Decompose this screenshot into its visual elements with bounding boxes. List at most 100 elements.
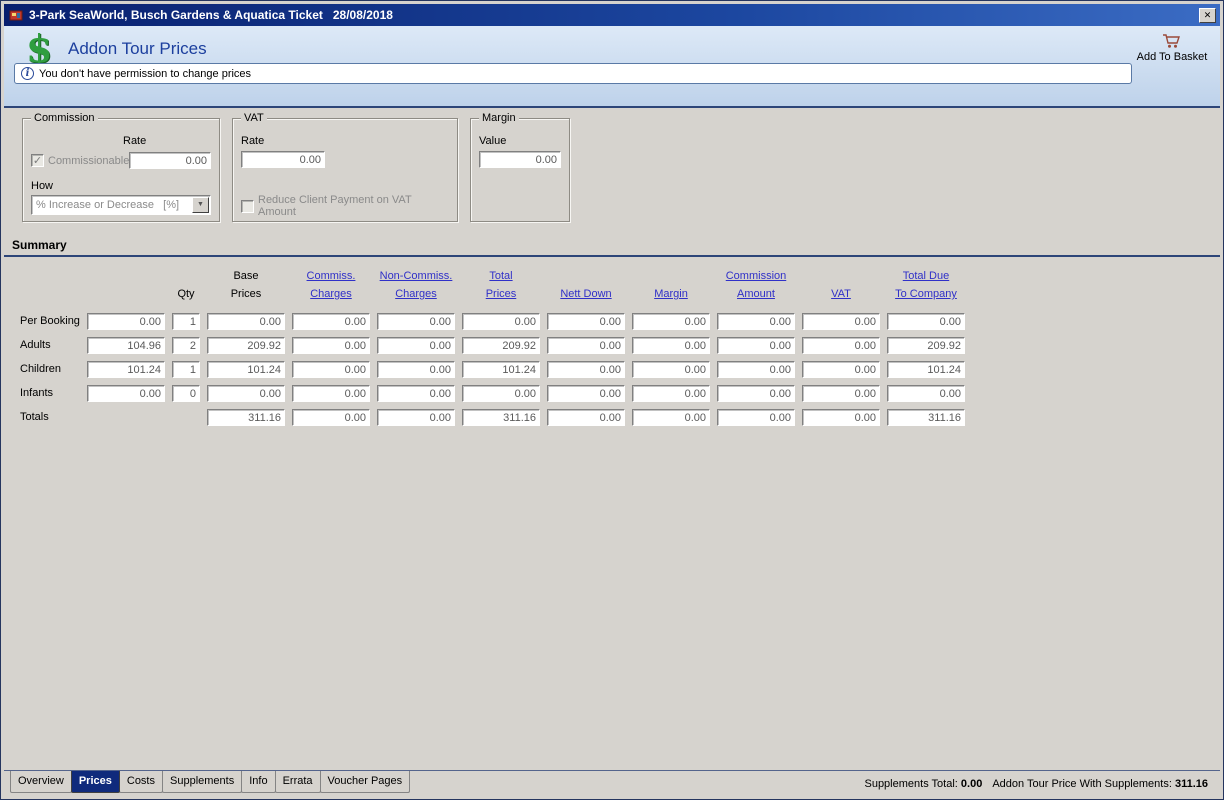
value-field[interactable]: 0.00 <box>462 312 540 330</box>
value-field[interactable]: 0.00 <box>462 384 540 402</box>
value-field[interactable]: 0.00 <box>717 360 795 378</box>
tab-voucher-pages[interactable]: Voucher Pages <box>319 771 411 793</box>
value-field[interactable]: 0.00 <box>547 384 625 402</box>
commission-rate-label: Rate <box>123 135 147 147</box>
tab-prices[interactable]: Prices <box>70 771 120 793</box>
commission-rate-field[interactable]: 0.00 <box>129 152 211 169</box>
value-field[interactable]: 0.00 <box>292 384 370 402</box>
tab-costs[interactable]: Costs <box>118 771 163 793</box>
how-label: How <box>31 180 54 192</box>
value-field[interactable]: 0.00 <box>717 336 795 354</box>
value-field[interactable]: 311.16 <box>887 408 965 426</box>
column-header-link[interactable]: Total Prices <box>462 267 540 303</box>
title-bar[interactable]: 3-Park SeaWorld, Busch Gardens & Aquatic… <box>4 4 1220 26</box>
value-field[interactable]: 0.00 <box>802 384 880 402</box>
value-field[interactable]: 0.00 <box>377 384 455 402</box>
value-field[interactable]: 2 <box>172 336 200 354</box>
tab-errata[interactable]: Errata <box>274 771 321 793</box>
value-field[interactable]: 0.00 <box>292 408 370 426</box>
value-field[interactable]: 0.00 <box>717 312 795 330</box>
value-field[interactable]: 1 <box>172 312 200 330</box>
value-field[interactable]: 0.00 <box>887 312 965 330</box>
value-field[interactable]: 0.00 <box>377 360 455 378</box>
tab-info[interactable]: Info <box>241 771 276 793</box>
page-title: Addon Tour Prices <box>68 39 207 58</box>
value-field[interactable]: 104.96 <box>87 336 165 354</box>
value-field[interactable]: 0.00 <box>632 408 710 426</box>
value-field[interactable]: 0.00 <box>632 312 710 330</box>
value-field[interactable]: 0.00 <box>547 312 625 330</box>
value-field[interactable]: 0.00 <box>717 408 795 426</box>
value-field[interactable]: 0.00 <box>547 408 625 426</box>
column-header-link[interactable]: Nett Down <box>547 267 625 303</box>
value-field[interactable]: 0.00 <box>207 384 285 402</box>
value-field[interactable]: 0 <box>172 384 200 402</box>
value-field[interactable]: 0.00 <box>377 312 455 330</box>
tab-bar: Overview Prices Costs Supplements Info Errata… <box>4 770 1220 796</box>
summary-section-title: Summary <box>12 238 67 252</box>
value-field[interactable]: 0.00 <box>292 360 370 378</box>
window-title: 3-Park SeaWorld, Busch Gardens & Aquatic… <box>29 8 393 22</box>
basket-icon <box>1161 33 1183 49</box>
column-header-link[interactable]: VAT <box>802 267 880 303</box>
supplements-total-value: 0.00 <box>960 777 983 790</box>
value-field[interactable]: 0.00 <box>87 384 165 402</box>
dropdown-arrow-icon[interactable]: ▼ <box>192 197 209 213</box>
vat-rate-field[interactable]: 0.00 <box>241 151 325 168</box>
value-field[interactable]: 0.00 <box>207 312 285 330</box>
value-field[interactable]: 0.00 <box>802 336 880 354</box>
value-field[interactable]: 0.00 <box>632 384 710 402</box>
reduce-client-payment-checkbox[interactable] <box>241 199 254 213</box>
value-field[interactable]: 0.00 <box>887 384 965 402</box>
value-field[interactable]: 101.24 <box>462 360 540 378</box>
column-header-link[interactable]: Commission Amount <box>717 267 795 303</box>
close-button[interactable]: ✕ <box>1199 7 1216 23</box>
column-header-link[interactable]: Commiss. Charges <box>292 267 370 303</box>
app-icon <box>8 7 24 23</box>
column-header-link[interactable]: Margin <box>632 267 710 303</box>
column-header-link[interactable]: Non-Commiss. Charges <box>377 267 455 303</box>
table-row: Adults 104.96 2 209.92 0.00 0.00 209.92 0.00 0.0… <box>20 333 1220 357</box>
value-field[interactable]: 311.16 <box>462 408 540 426</box>
row-label: Per Booking <box>20 315 80 327</box>
commissionable-checkbox[interactable]: ✓ <box>31 154 44 167</box>
how-combobox[interactable]: % Increase or Decrease [%] ▼ <box>31 195 211 215</box>
value-field[interactable]: 0.00 <box>547 336 625 354</box>
value-field[interactable]: 0.00 <box>632 360 710 378</box>
value-field[interactable]: 0.00 <box>377 336 455 354</box>
value-field[interactable]: 0.00 <box>87 312 165 330</box>
row-label: Totals <box>20 411 49 423</box>
margin-value-label: Value <box>479 135 507 147</box>
value-field[interactable]: 209.92 <box>207 336 285 354</box>
column-header-link[interactable]: Total Due To Company <box>887 267 965 303</box>
value-field[interactable]: 101.24 <box>207 360 285 378</box>
value-field[interactable]: 209.92 <box>887 336 965 354</box>
column-header: Qty <box>177 288 195 300</box>
value-field[interactable]: 0.00 <box>292 336 370 354</box>
value-field[interactable]: 101.24 <box>87 360 165 378</box>
summary-header-row: Qty Base Prices Commiss. Charges Non-Commiss.… <box>20 267 1220 303</box>
reduce-client-payment-label: Reduce Client Payment on VAT Amount <box>258 194 412 218</box>
value-field[interactable]: 0.00 <box>802 360 880 378</box>
price-with-supplements-label: Addon Tour Price With Supplements: <box>992 777 1172 790</box>
value-field[interactable]: 311.16 <box>207 408 285 426</box>
how-combobox-value: % Increase or Decrease [%] <box>36 199 180 211</box>
value-field[interactable]: 1 <box>172 360 200 378</box>
value-field[interactable]: 0.00 <box>632 336 710 354</box>
summary-divider <box>4 255 1220 257</box>
value-field[interactable]: 0.00 <box>377 408 455 426</box>
table-row: Per Booking 0.00 1 0.00 0.00 0.00 0.00 0.00 0.00… <box>20 309 1220 333</box>
add-to-basket-button[interactable]: Add To Basket <box>1132 33 1212 63</box>
value-field[interactable]: 0.00 <box>802 312 880 330</box>
value-field[interactable]: 209.92 <box>462 336 540 354</box>
tab-overview[interactable]: Overview <box>10 771 72 793</box>
value-field[interactable]: 0.00 <box>717 384 795 402</box>
tab-supplements[interactable]: Supplements <box>162 771 243 793</box>
value-field[interactable]: 0.00 <box>547 360 625 378</box>
value-field[interactable]: 0.00 <box>802 408 880 426</box>
margin-value-field[interactable]: 0.00 <box>479 151 561 168</box>
value-field[interactable]: 0.00 <box>292 312 370 330</box>
margin-groupbox-title: Margin <box>479 112 519 124</box>
value-field[interactable]: 101.24 <box>887 360 965 378</box>
main-content: Commission Rate ✓ Commissionable 0.00 Ho… <box>4 108 1220 770</box>
